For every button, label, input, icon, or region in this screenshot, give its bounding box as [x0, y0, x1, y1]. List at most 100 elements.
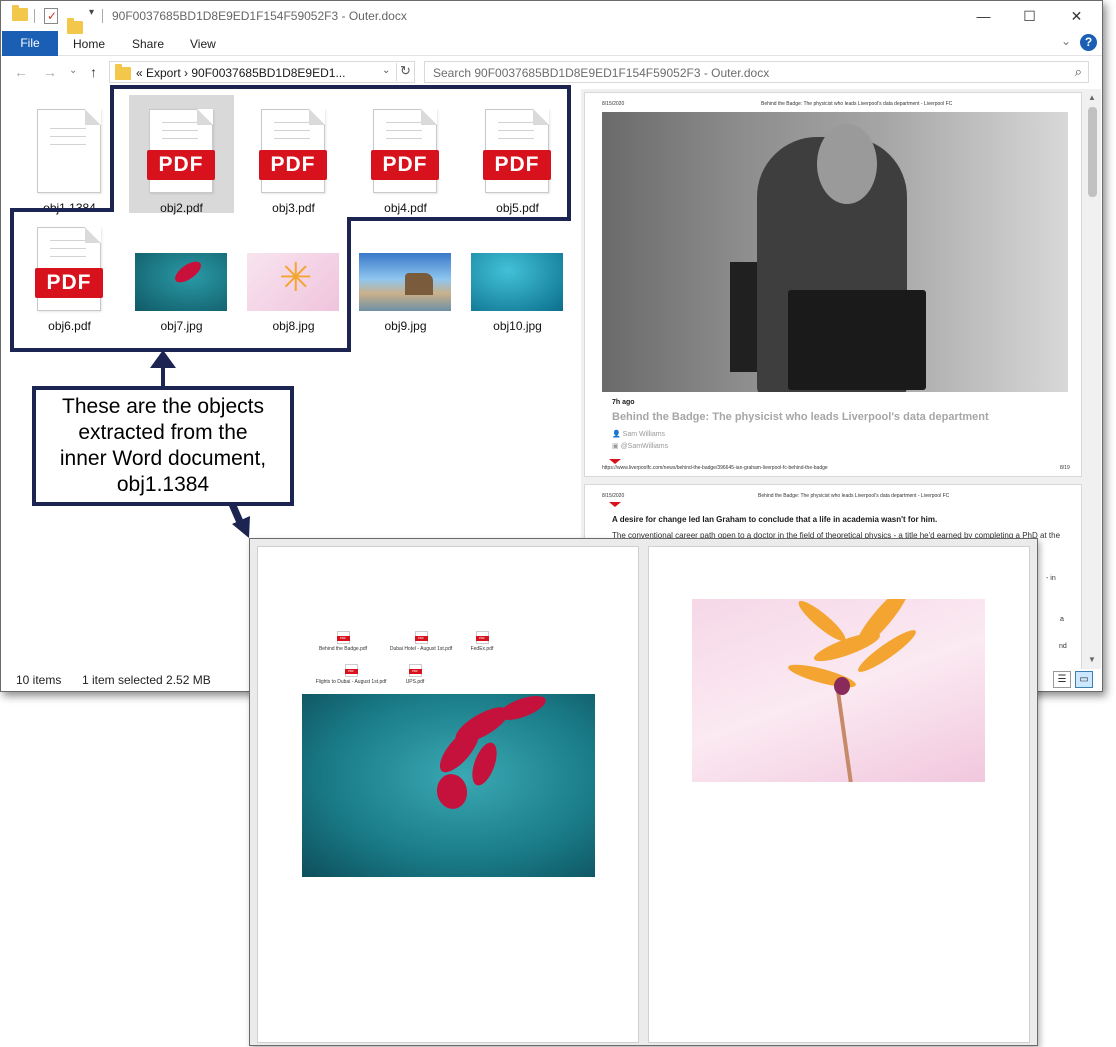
red-marker-icon [609, 459, 621, 464]
pdf-file-icon: PDF [147, 109, 215, 193]
recent-locations-dropdown[interactable]: ⌄ [69, 65, 77, 76]
help-icon[interactable]: ? [1080, 34, 1097, 51]
callout-line: extracted from the [78, 421, 248, 444]
minimize-button[interactable]: — [961, 1, 1006, 31]
embedded-file-icon[interactable]: UPS.pdf [375, 664, 455, 685]
page-date: 8/15/2020 [602, 101, 625, 107]
tab-share[interactable]: Share [132, 37, 164, 51]
search-icon[interactable]: ⌕ [1075, 64, 1082, 80]
pdf-badge: PDF [35, 268, 103, 298]
article-title: Behind the Badge: The physicist who lead… [612, 411, 989, 423]
pdf-badge: PDF [259, 150, 327, 180]
pdf-file-icon: PDF [35, 227, 103, 311]
embedded-file-name: FedEx.pdf [470, 646, 494, 652]
callout-line: inner Word document, [59, 447, 267, 470]
file-item[interactable]: obj8.jpg [241, 213, 346, 333]
file-item[interactable]: obj1.1384 [17, 95, 122, 215]
file-name: obj7.jpg [160, 319, 203, 333]
flower-image [692, 599, 985, 782]
page-url: https://www.liverpoolfc.com/news/behind-… [602, 465, 828, 471]
article-text-fragment: nd [1059, 643, 1067, 650]
folder-icon [115, 64, 131, 80]
embedded-file-icon[interactable]: FedEx.pdf [442, 631, 522, 652]
up-button[interactable]: ↑ [90, 64, 97, 80]
pdf-badge: PDF [483, 150, 551, 180]
image-thumbnail [247, 253, 339, 311]
inner-document-screenshot: Behind the Badge.pdf Dubai Hotel - Augus… [249, 538, 1038, 1046]
document-page [648, 546, 1030, 1043]
properties-icon[interactable] [44, 8, 58, 24]
large-icons-view-icon[interactable]: ▭ [1075, 671, 1093, 688]
embedded-file-name: UPS.pdf [405, 679, 425, 685]
toolbar-divider [102, 9, 103, 23]
callout-line: obj1.1384 [116, 473, 210, 496]
document-icon [37, 109, 101, 193]
tab-home[interactable]: Home [73, 37, 105, 51]
ribbon-tabs: File Home Share View ⌄ ? [1, 31, 1102, 56]
article-photo [602, 112, 1068, 392]
tab-file[interactable]: File [2, 31, 58, 56]
embedded-file-icon[interactable]: Behind the Badge.pdf [303, 631, 383, 652]
file-name: obj10.jpg [493, 319, 542, 333]
details-view-icon[interactable]: ☰ [1053, 671, 1071, 688]
pdf-badge: PDF [147, 150, 215, 180]
expand-ribbon-icon[interactable]: ⌄ [1061, 34, 1071, 48]
pdf-file-icon: PDF [483, 109, 551, 193]
scroll-down-icon[interactable]: ▼ [1088, 655, 1096, 664]
tab-view[interactable]: View [190, 37, 216, 51]
address-path[interactable]: « Export › 90F0037685BD1D8E9ED1... [136, 66, 345, 80]
image-thumbnail [359, 253, 451, 311]
file-name: obj8.jpg [272, 319, 315, 333]
scroll-thumb[interactable] [1088, 107, 1097, 197]
file-item[interactable]: PDF obj3.pdf [241, 95, 346, 215]
address-bar[interactable]: « Export › 90F0037685BD1D8E9ED1... ⌄ ↻ [109, 61, 415, 83]
window-title: 90F0037685BD1D8E9ED1F154F59052F3 - Outer… [112, 9, 407, 23]
file-item[interactable]: obj7.jpg [129, 213, 234, 333]
preview-page: 8/15/2020 Behind the Badge: The physicis… [584, 92, 1082, 477]
item-count: 10 items [16, 673, 62, 687]
embedded-file-name: Behind the Badge.pdf [318, 646, 368, 652]
author-name: Sam Williams [622, 431, 666, 438]
document-page: Behind the Badge.pdf Dubai Hotel - Augus… [257, 546, 639, 1043]
file-item[interactable]: obj10.jpg [465, 213, 570, 333]
pdf-file-icon: PDF [371, 109, 439, 193]
scroll-up-icon[interactable]: ▲ [1088, 93, 1096, 102]
red-marker-icon [609, 502, 621, 507]
navigation-bar: ← → ⌄ ↑ « Export › 90F0037685BD1D8E9ED1.… [1, 57, 1102, 87]
folder-icon[interactable] [12, 5, 28, 21]
image-thumbnail [471, 253, 563, 311]
page-date: 8/15/2020 [602, 493, 625, 499]
image-thumbnail [135, 253, 227, 311]
file-name: obj9.jpg [384, 319, 427, 333]
article-text-fragment: a [1060, 616, 1064, 623]
address-dropdown-icon[interactable]: ⌄ [382, 65, 390, 76]
file-name: obj6.pdf [48, 319, 91, 333]
page-header: Behind the Badge: The physicist who lead… [758, 493, 950, 499]
callout-box: These are the objects extracted from the… [32, 386, 294, 506]
file-item[interactable]: obj9.jpg [353, 213, 458, 333]
forward-button[interactable]: → [43, 64, 57, 80]
file-item[interactable]: PDF obj6.pdf [17, 213, 122, 333]
file-item[interactable]: PDF obj5.pdf [465, 95, 570, 215]
preview-scrollbar[interactable]: ▲ ▼ [1084, 89, 1101, 669]
article-lead: A desire for change led Ian Graham to co… [612, 515, 938, 524]
callout-line: These are the objects [62, 395, 264, 418]
page-number: 8/19 [1060, 465, 1070, 471]
page-header: Behind the Badge: The physicist who lead… [761, 101, 953, 107]
pdf-badge: PDF [371, 150, 439, 180]
refresh-icon[interactable]: ↻ [396, 63, 414, 81]
toolbar-divider [34, 9, 35, 23]
back-button[interactable]: ← [14, 64, 28, 80]
selection-info: 1 item selected 2.52 MB [82, 673, 211, 687]
maximize-button[interactable]: ☐ [1007, 1, 1052, 31]
close-button[interactable]: ✕ [1054, 1, 1099, 31]
quick-access-dropdown-icon[interactable]: ▾ [89, 7, 94, 23]
file-item[interactable]: PDF obj2.pdf [129, 95, 234, 215]
flower-image [302, 694, 595, 877]
title-bar: ▾ 90F0037685BD1D8E9ED1F154F59052F3 - Out… [1, 1, 1102, 34]
pdf-file-icon: PDF [259, 109, 327, 193]
author-handle: @SamWilliams [620, 443, 669, 450]
file-item[interactable]: PDF obj4.pdf [353, 95, 458, 215]
search-box[interactable]: Search 90F0037685BD1D8E9ED1F154F59052F3 … [424, 61, 1089, 83]
search-input[interactable]: Search 90F0037685BD1D8E9ED1F154F59052F3 … [433, 66, 769, 80]
